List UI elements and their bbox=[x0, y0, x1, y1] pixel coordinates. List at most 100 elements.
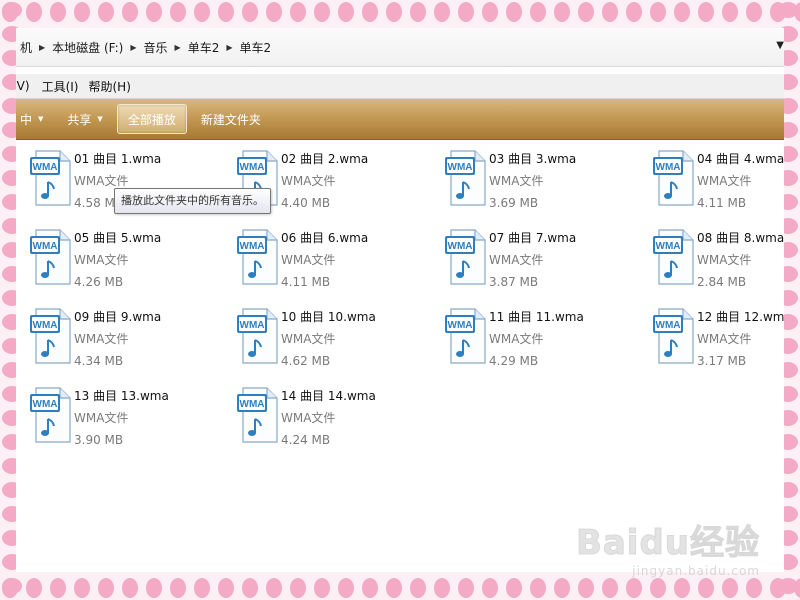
frame-dot bbox=[218, 2, 234, 22]
breadcrumb-current[interactable]: 单车2 bbox=[236, 39, 276, 56]
frame-dot bbox=[122, 578, 138, 598]
baidu-jingyan-watermark: Baidu经验 jingyan.baidu.com bbox=[575, 515, 760, 579]
frame-dot bbox=[410, 578, 426, 598]
file-details: 12 曲目 12.wma WMA文件 3.17 MB bbox=[697, 306, 784, 372]
wma-file-icon: WMA bbox=[30, 306, 74, 366]
frame-dot bbox=[338, 2, 354, 22]
svg-text:WMA: WMA bbox=[33, 162, 58, 173]
frame-dot bbox=[674, 578, 690, 598]
file-item[interactable]: WMA 12 曲目 12.wma WMA文件 3.17 MB bbox=[645, 298, 784, 368]
frame-dot bbox=[146, 578, 162, 598]
wma-file-icon: WMA bbox=[445, 148, 489, 208]
file-item[interactable]: WMA 09 曲目 9.wma WMA文件 4.34 MB bbox=[22, 298, 227, 368]
breadcrumb-separator-icon[interactable]: ▶ bbox=[36, 43, 48, 52]
frame-dot bbox=[506, 578, 522, 598]
include-in-library-button[interactable]: 中 ▼ bbox=[16, 103, 57, 135]
svg-text:WMA: WMA bbox=[448, 241, 473, 252]
frame-dot bbox=[314, 2, 330, 22]
file-size: 3.17 MB bbox=[697, 354, 747, 368]
file-name: 09 曲目 9.wma bbox=[74, 310, 162, 324]
file-name: 07 曲目 7.wma bbox=[489, 231, 577, 245]
breadcrumb-album[interactable]: 单车2 bbox=[184, 39, 224, 56]
svg-text:WMA: WMA bbox=[240, 241, 265, 252]
file-details: 10 曲目 10.wma WMA文件 4.62 MB bbox=[281, 306, 376, 372]
file-type: WMA文件 bbox=[74, 253, 129, 267]
frame-dot bbox=[602, 578, 618, 598]
file-item[interactable]: WMA 04 曲目 4.wma WMA文件 4.11 MB bbox=[645, 140, 784, 210]
breadcrumb-separator-icon[interactable]: ▶ bbox=[172, 43, 184, 52]
wma-file-icon: WMA bbox=[653, 148, 697, 208]
file-item[interactable]: WMA 06 曲目 6.wma WMA文件 4.11 MB bbox=[229, 219, 434, 289]
frame-dot bbox=[362, 2, 378, 22]
frame-dot bbox=[74, 2, 90, 22]
file-type: WMA文件 bbox=[697, 174, 752, 188]
file-item[interactable]: WMA 14 曲目 14.wma WMA文件 4.24 MB bbox=[229, 377, 434, 447]
svg-text:WMA: WMA bbox=[240, 399, 265, 410]
file-name: 04 曲目 4.wma bbox=[697, 152, 784, 166]
file-details: 06 曲目 6.wma WMA文件 4.11 MB bbox=[281, 227, 368, 293]
watermark-url: jingyan.baidu.com bbox=[632, 564, 760, 578]
frame-dot bbox=[746, 2, 762, 22]
frame-dot bbox=[554, 578, 570, 598]
file-item[interactable]: WMA 03 曲目 3.wma WMA文件 3.69 MB bbox=[437, 140, 642, 210]
frame-dot bbox=[386, 578, 402, 598]
file-name: 13 曲目 13.wma bbox=[74, 389, 169, 403]
file-details: 14 曲目 14.wma WMA文件 4.24 MB bbox=[281, 385, 376, 451]
frame-dot bbox=[314, 578, 330, 598]
wma-file-icon: WMA bbox=[445, 227, 489, 287]
menu-help[interactable]: 帮助(H) bbox=[88, 78, 140, 95]
file-item[interactable]: WMA 05 曲目 5.wma WMA文件 4.26 MB bbox=[22, 219, 227, 289]
frame-dot bbox=[458, 2, 474, 22]
wma-file-icon: WMA bbox=[237, 227, 281, 287]
file-item[interactable]: WMA 10 曲目 10.wma WMA文件 4.62 MB bbox=[229, 298, 434, 368]
frame-dot bbox=[482, 2, 498, 22]
file-name: 14 曲目 14.wma bbox=[281, 389, 376, 403]
include-in-library-label: 中 bbox=[20, 112, 33, 127]
file-name: 10 曲目 10.wma bbox=[281, 310, 376, 324]
file-size: 4.34 MB bbox=[74, 354, 124, 368]
file-size: 4.40 MB bbox=[281, 196, 331, 210]
frame-dot bbox=[626, 578, 642, 598]
wma-file-icon: WMA bbox=[30, 148, 74, 208]
svg-text:WMA: WMA bbox=[33, 399, 58, 410]
address-bar[interactable]: 机 ▶ 本地磁盘 (F:) ▶ 音乐 ▶ 单车2 ▶ 单车2 ▼ bbox=[16, 28, 784, 67]
menu-view[interactable]: (V) bbox=[16, 79, 42, 93]
frame-dot bbox=[778, 2, 798, 18]
new-folder-button[interactable]: 新建文件夹 bbox=[191, 103, 271, 135]
breadcrumb-music[interactable]: 音乐 bbox=[140, 39, 172, 56]
menu-tools[interactable]: 工具(I) bbox=[42, 78, 89, 95]
file-item[interactable]: WMA 08 曲目 8.wma WMA文件 2.84 MB bbox=[645, 219, 784, 289]
svg-text:WMA: WMA bbox=[33, 320, 58, 331]
frame-dot bbox=[242, 578, 258, 598]
frame-dot bbox=[266, 2, 282, 22]
address-dropdown-icon[interactable]: ▼ bbox=[776, 40, 784, 51]
frame-dot bbox=[74, 578, 90, 598]
share-button[interactable]: 共享 ▼ bbox=[57, 103, 112, 135]
play-all-button[interactable]: 全部播放 bbox=[116, 104, 187, 134]
file-size: 4.11 MB bbox=[281, 275, 331, 289]
wma-file-icon: WMA bbox=[445, 306, 489, 366]
breadcrumb-separator-icon[interactable]: ▶ bbox=[127, 43, 139, 52]
frame-dot bbox=[530, 578, 546, 598]
breadcrumb-computer[interactable]: 机 bbox=[16, 39, 36, 56]
file-details: 13 曲目 13.wma WMA文件 3.90 MB bbox=[74, 385, 169, 451]
frame-dot bbox=[674, 2, 690, 22]
file-details: 03 曲目 3.wma WMA文件 3.69 MB bbox=[489, 148, 576, 214]
frame-dot bbox=[122, 2, 138, 22]
file-details: 09 曲目 9.wma WMA文件 4.34 MB bbox=[74, 306, 161, 372]
breadcrumb-separator-icon[interactable]: ▶ bbox=[223, 43, 235, 52]
breadcrumb-drive[interactable]: 本地磁盘 (F:) bbox=[48, 39, 127, 56]
file-type: WMA文件 bbox=[697, 332, 752, 346]
frame-dot bbox=[2, 2, 22, 18]
file-type: WMA文件 bbox=[74, 332, 129, 346]
file-name: 03 曲目 3.wma bbox=[489, 152, 577, 166]
file-item[interactable]: WMA 07 曲目 7.wma WMA文件 3.87 MB bbox=[437, 219, 642, 289]
frame-dot bbox=[722, 578, 738, 598]
frame-dot bbox=[650, 2, 666, 22]
file-details: 07 曲目 7.wma WMA文件 3.87 MB bbox=[489, 227, 576, 293]
file-details: 08 曲目 8.wma WMA文件 2.84 MB bbox=[697, 227, 784, 293]
file-item[interactable]: WMA 11 曲目 11.wma WMA文件 4.29 MB bbox=[437, 298, 642, 368]
file-item[interactable]: WMA 13 曲目 13.wma WMA文件 3.90 MB bbox=[22, 377, 227, 447]
file-name: 02 曲目 2.wma bbox=[281, 152, 369, 166]
file-type: WMA文件 bbox=[281, 253, 336, 267]
